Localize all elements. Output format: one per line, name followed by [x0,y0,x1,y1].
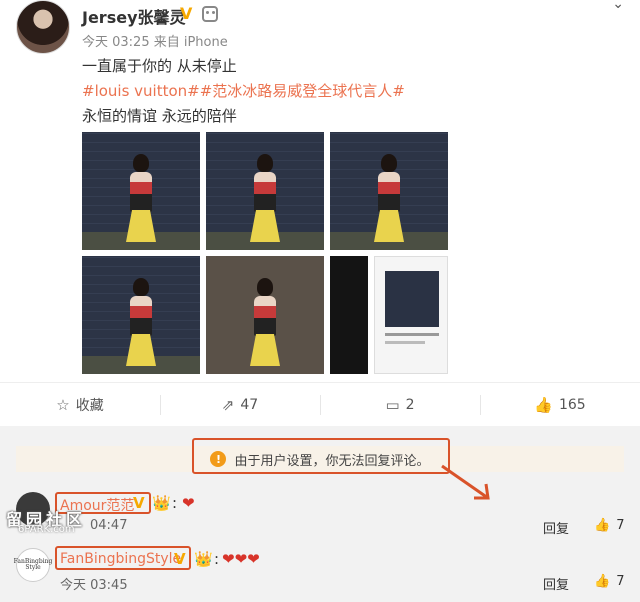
comments-section: ! 由于用户设置，你无法回复评论。 Amour范范 V 👑 : ❤ 04:47 … [0,426,640,602]
comment-like-count: 7 [616,518,625,533]
heart-icon: ❤ [182,494,195,512]
photo-thumbnail[interactable] [206,256,324,374]
highlight-box [192,438,450,474]
collect-label: 收藏 [75,397,104,414]
photo-thumbnail[interactable] [82,132,200,250]
commenter-avatar[interactable]: FanBingbing Style [14,548,52,582]
post-meta: 今天 03:25 来自 iPhone [82,35,228,50]
crown-icon: 👑 [152,494,171,512]
comment-like-button[interactable]: 👍 7 [594,518,624,533]
thumbs-up-icon: 👍 [594,574,611,589]
verified-badge-icon: V [180,4,193,23]
author-avatar[interactable] [16,0,70,54]
highlight-box [55,546,191,570]
weibo-post: Jersey张馨灵 V ⌄ 今天 03:25 来自 iPhone 一直属于你的 … [0,0,640,380]
photo-thumbnail[interactable] [330,132,448,250]
colon-separator: : [214,550,220,568]
comment-like-count: 7 [616,574,625,589]
reply-button[interactable]: 回复 [543,574,569,593]
author-name[interactable]: Jersey张馨灵 [82,4,186,28]
thumbs-up-icon: 👍 [534,395,553,414]
comment-count: 2 [405,396,415,413]
photo-thumbnail[interactable] [82,256,200,374]
repost-count: 47 [240,396,259,413]
chevron-down-icon[interactable]: ⌄ [612,0,624,12]
hashtag-link[interactable]: #louis vuitton##范冰冰路易威登全球代言人# [82,80,405,101]
photo-thumbnail[interactable] [206,132,324,250]
watermark-url: 6PARK.com [18,524,75,535]
star-icon: ☆ [56,395,70,414]
photo-grid [82,132,448,374]
comment-icon: ▭ [385,395,400,414]
verified-badge-icon: V [174,550,186,568]
photo-thumbnail[interactable] [374,256,448,374]
post-text-line: 永恒的情谊 永远的陪伴 [82,107,237,125]
heart-icon: ❤❤❤ [222,550,260,568]
thumbs-up-icon: 👍 [594,518,611,533]
post-text-line: 一直属于你的 从未停止 [82,57,237,75]
comment-item: FanBingbing Style FanBingbingStyle V 👑 :… [0,546,640,602]
comment-button[interactable]: ▭ 2 [320,383,480,427]
like-button[interactable]: 👍 165 [480,383,640,427]
comment-like-button[interactable]: 👍 7 [594,574,624,589]
reply-button[interactable]: 回复 [543,518,569,537]
comment-item: Amour范范 V 👑 : ❤ 04:47 回复 👍 7 [0,492,640,548]
collect-button[interactable]: ☆ 收藏 [0,383,160,427]
like-count: 165 [558,396,586,413]
photo-thumbnail[interactable] [330,256,368,374]
colon-separator: : [172,494,178,512]
robot-icon [202,6,218,22]
repost-button[interactable]: ⇗ 47 [160,383,320,427]
verified-badge-icon: V [133,494,145,512]
comment-time: 04:47 [90,518,128,533]
share-icon: ⇗ [221,395,235,414]
comment-time: 今天 03:45 [60,578,128,593]
crown-icon: 👑 [194,550,213,568]
action-bar: ☆ 收藏 ⇗ 47 ▭ 2 👍 165 [0,382,640,426]
